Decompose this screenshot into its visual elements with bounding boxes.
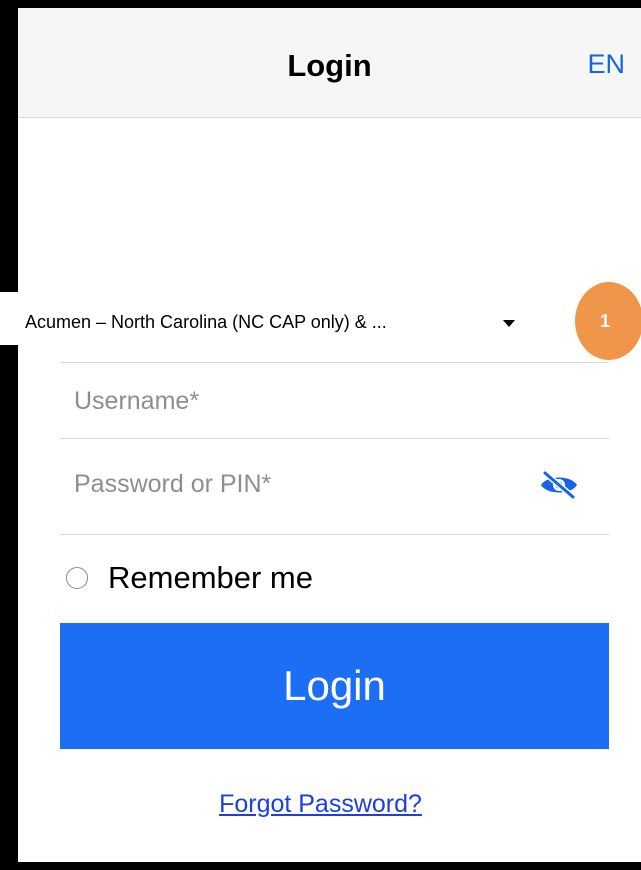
remember-me-toggle[interactable]: Remember me (66, 556, 313, 600)
remember-me-radio[interactable] (66, 567, 88, 589)
provider-selected-value: Acumen – North Carolina (NC CAP only) & … (25, 312, 387, 332)
step-badge: 1 (575, 282, 641, 360)
provider-dropdown[interactable]: Acumen – North Carolina (NC CAP only) & … (25, 300, 585, 348)
screenshot-border-bottom (0, 862, 641, 870)
eye-slash-icon[interactable] (539, 470, 579, 500)
password-field-container (60, 438, 609, 535)
login-button[interactable]: Login (60, 623, 609, 749)
navigation-bar: Login EN (18, 8, 641, 118)
screenshot-border-top (0, 0, 641, 8)
screenshot-border-left (0, 0, 18, 292)
forgot-password-link[interactable]: Forgot Password? (219, 790, 422, 818)
forgot-password-container: Forgot Password? (0, 790, 641, 819)
username-field-container (60, 362, 609, 439)
username-input[interactable] (74, 387, 549, 416)
chevron-down-icon (503, 320, 515, 327)
remember-me-label: Remember me (108, 560, 313, 595)
password-input[interactable] (74, 470, 549, 499)
language-selector[interactable]: EN (587, 49, 625, 80)
page-title: Login (287, 48, 372, 83)
step-badge-number: 1 (599, 310, 610, 331)
